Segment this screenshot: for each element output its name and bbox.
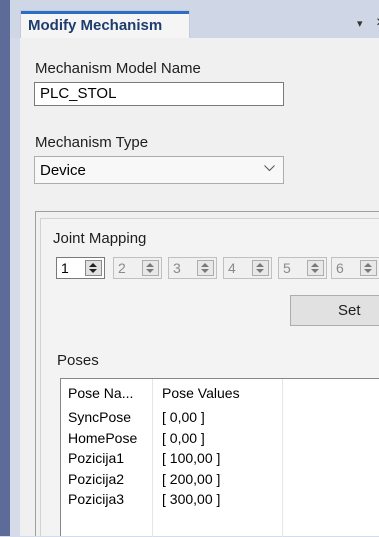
spin-up-icon[interactable]	[364, 263, 372, 267]
pose-values-cell[interactable]: [ 200,00 ]	[162, 471, 220, 487]
joint-stepper-1[interactable]: 1	[56, 257, 105, 279]
chevron-down-icon	[264, 165, 275, 172]
tab-modify-mechanism[interactable]: Modify Mechanism	[20, 10, 190, 38]
spin-arrows-icon[interactable]	[197, 260, 214, 276]
pose-name-cell[interactable]: HomePose	[68, 430, 137, 446]
column-header[interactable]: Pose Na...	[68, 385, 133, 401]
tool-window-tabbar: Modify Mechanism ▾ ×	[10, 0, 379, 38]
joint-stepper-value: 5	[283, 260, 291, 276]
spin-arrows-icon[interactable]	[307, 260, 324, 276]
pose-values-cell[interactable]: [ 100,00 ]	[162, 450, 220, 466]
joint-stepper-3[interactable]: 3	[168, 257, 217, 279]
spin-down-icon[interactable]	[146, 269, 154, 273]
column-divider	[152, 379, 153, 537]
mechanism-type-label: Mechanism Type	[35, 134, 149, 151]
spin-up-icon[interactable]	[89, 263, 97, 267]
joint-stepper-value: 1	[61, 260, 69, 276]
spin-down-icon[interactable]	[89, 269, 97, 273]
mechanism-type-value: Device	[40, 162, 86, 179]
set-button-label: Set	[338, 302, 361, 319]
spin-down-icon[interactable]	[201, 269, 209, 273]
column-divider	[282, 379, 283, 537]
spin-arrows-icon[interactable]	[252, 260, 269, 276]
joint-stepper-5[interactable]: 5	[278, 257, 327, 279]
joint-mapping-label: Joint Mapping	[53, 230, 147, 247]
pose-name-cell[interactable]: SyncPose	[68, 409, 131, 425]
joint-stepper-6[interactable]: 6	[331, 257, 379, 279]
joint-stepper-value: 3	[173, 260, 181, 276]
model-name-input[interactable]: PLC_STOL	[34, 82, 284, 106]
pose-name-cell[interactable]: Pozicija2	[68, 471, 124, 487]
pose-values-cell[interactable]: [ 0,00 ]	[162, 430, 205, 446]
pose-name-cell[interactable]: Pozicija1	[68, 450, 124, 466]
left-window-edge	[0, 0, 10, 536]
joint-stepper-2[interactable]: 2	[113, 257, 162, 279]
spin-arrows-icon[interactable]	[85, 260, 102, 276]
poses-table[interactable]: Pose Na... Pose Values SyncPose [ 0,00 ] Hom…	[60, 378, 379, 537]
pose-values-cell[interactable]: [ 300,00 ]	[162, 491, 220, 507]
model-name-label: Mechanism Model Name	[35, 60, 201, 77]
column-header[interactable]: Pose Values	[162, 385, 240, 401]
joint-stepper-4[interactable]: 4	[223, 257, 272, 279]
poses-label: Poses	[57, 352, 99, 369]
joint-stepper-value: 2	[118, 260, 126, 276]
spin-up-icon[interactable]	[201, 263, 209, 267]
spin-up-icon[interactable]	[311, 263, 319, 267]
modify-mechanism-panel: Mechanism Model Name PLC_STOL Mechanism …	[20, 38, 379, 537]
joint-stepper-value: 6	[336, 260, 344, 276]
spin-down-icon[interactable]	[311, 269, 319, 273]
spin-down-icon[interactable]	[364, 269, 372, 273]
spin-up-icon[interactable]	[146, 263, 154, 267]
tab-menu-icon[interactable]: ▾	[357, 17, 363, 30]
set-button[interactable]: Set	[290, 295, 379, 326]
spin-arrows-icon[interactable]	[360, 260, 377, 276]
active-tab-indicator	[21, 11, 189, 14]
pose-name-cell[interactable]: Pozicija3	[68, 491, 124, 507]
tab-title: Modify Mechanism	[28, 17, 163, 34]
mechanism-type-select[interactable]: Device	[34, 156, 284, 184]
spin-arrows-icon[interactable]	[142, 260, 159, 276]
spin-up-icon[interactable]	[256, 263, 264, 267]
pose-values-cell[interactable]: [ 0,00 ]	[162, 409, 205, 425]
joint-stepper-value: 4	[228, 260, 236, 276]
spin-down-icon[interactable]	[256, 269, 264, 273]
